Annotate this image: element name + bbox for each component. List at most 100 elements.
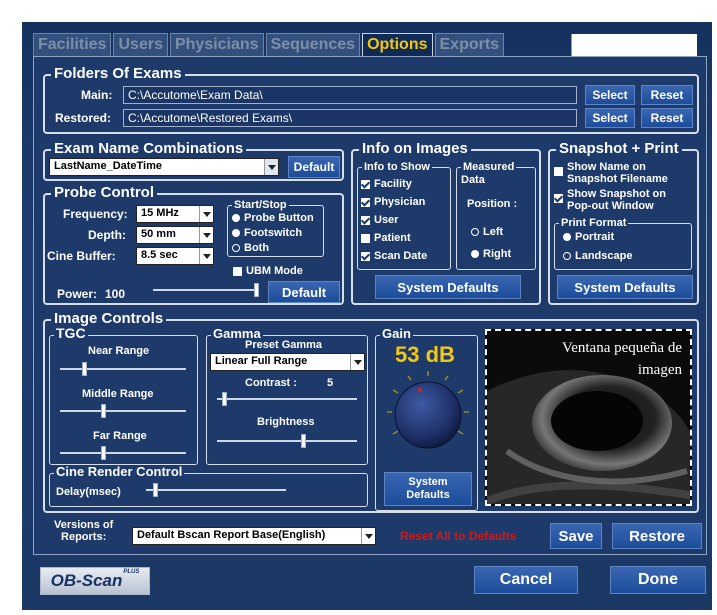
tab-physicians[interactable]: Physicians [169, 33, 264, 56]
patient-label: Patient [374, 232, 411, 244]
slider-thumb[interactable] [301, 434, 306, 448]
left-label: Left [483, 226, 504, 238]
reset-all-defaults-button[interactable]: Reset All to Defaults [400, 529, 516, 543]
slider-thumb[interactable] [101, 446, 106, 460]
restored-reset-button[interactable]: Reset [641, 108, 693, 128]
gain-sd-line1: System [408, 476, 448, 488]
exam-name-default-button[interactable]: Default [288, 156, 340, 178]
radio-dot-icon [471, 250, 479, 258]
cine-buffer-label: Cine Buffer: [47, 249, 116, 263]
gain-group: Gain 53 dB System Defaults [375, 327, 478, 511]
radio-right[interactable]: Right [471, 248, 511, 260]
cine-buffer-select[interactable]: 8.5 sec [136, 247, 214, 265]
checkbox-icon [361, 215, 370, 225]
far-range-slider[interactable] [60, 446, 186, 460]
ubm-mode-label: UBM Mode [246, 265, 303, 277]
exam-name-select[interactable]: LastName_DateTime [49, 158, 279, 176]
logo-plus: PLUS [123, 569, 140, 575]
checkbox-icon [361, 251, 370, 261]
radio-both-label: Both [244, 242, 270, 254]
near-range-label: Near Range [88, 345, 150, 357]
checkbox-icon [361, 179, 370, 189]
probe-default-button[interactable]: Default [268, 281, 340, 303]
measured-title: Measured [461, 160, 517, 174]
tab-options[interactable]: Options [362, 33, 433, 56]
radio-dot-icon [563, 233, 571, 241]
slider-track [217, 440, 357, 442]
middle-range-slider[interactable] [60, 404, 186, 418]
gain-knob[interactable] [384, 368, 472, 456]
user-checkbox[interactable]: User [361, 214, 398, 226]
tab-exports[interactable]: Exports [434, 33, 505, 56]
slider-thumb[interactable] [222, 392, 227, 406]
save-button[interactable]: Save [550, 523, 602, 549]
preset-gamma-select[interactable]: Linear Full Range [210, 353, 365, 371]
restore-button[interactable]: Restore [612, 523, 702, 549]
radio-landscape[interactable]: Landscape [563, 250, 632, 262]
gamma-group: Gamma Preset Gamma Linear Full Range Con… [206, 327, 368, 465]
cine-buffer-value: 8.5 sec [141, 249, 178, 261]
cancel-button[interactable]: Cancel [474, 566, 578, 594]
slider-track [60, 368, 186, 370]
position-label: Position : [467, 198, 518, 210]
scan-date-checkbox[interactable]: Scan Date [361, 250, 427, 262]
frequency-select[interactable]: 15 MHz [136, 205, 214, 223]
tab-sequences[interactable]: Sequences [265, 33, 361, 56]
power-slider[interactable] [153, 283, 259, 297]
depth-select[interactable]: 50 mm [136, 226, 214, 244]
near-range-slider[interactable] [60, 362, 186, 376]
slider-thumb[interactable] [254, 283, 259, 297]
show-popout-checkbox[interactable]: Show Snapshot on Pop-out Window [554, 188, 666, 212]
radio-footswitch[interactable]: Footswitch [232, 227, 302, 239]
snapshot-system-defaults-button[interactable]: System Defaults [557, 275, 693, 299]
preview-caption-line1: Ventana pequeña de [562, 340, 682, 356]
tab-users[interactable]: Users [113, 33, 168, 56]
tab-bar: Facilities Users Physicians Sequences Op… [33, 33, 506, 57]
main-folder-label: Main: [81, 88, 113, 102]
user-label: User [374, 214, 399, 226]
slider-thumb[interactable] [101, 404, 106, 418]
radio-both[interactable]: Both [232, 242, 269, 254]
slider-thumb[interactable] [153, 483, 158, 497]
delay-slider[interactable] [146, 483, 286, 497]
info-system-defaults-button[interactable]: System Defaults [375, 275, 521, 299]
ubm-mode-checkbox[interactable]: UBM Mode [233, 265, 303, 277]
depth-value: 50 mm [141, 228, 176, 240]
physician-checkbox[interactable]: Physician [361, 196, 425, 208]
contrast-slider[interactable] [217, 392, 357, 406]
logo-text: OB-Scan [50, 571, 123, 590]
done-button[interactable]: Done [610, 566, 706, 594]
slider-thumb[interactable] [82, 362, 87, 376]
scan-date-label: Scan Date [374, 250, 428, 262]
radio-dot-icon [232, 244, 240, 252]
image-preview-window[interactable]: Ventana pequeña de imagen [485, 329, 692, 506]
info-to-show-group: Info to Show Facility Physician User Pat… [357, 160, 451, 270]
brightness-slider[interactable] [217, 434, 357, 448]
main-folder-field[interactable]: C:\Accutome\Exam Data\ [123, 86, 577, 104]
preview-caption: Ventana pequeña de imagen [502, 337, 682, 381]
preset-gamma-label: Preset Gamma [245, 339, 323, 351]
middle-range-label: Middle Range [82, 388, 154, 400]
app-root: Facilities Users Physicians Sequences Op… [0, 0, 717, 615]
radio-portrait[interactable]: Portrait [563, 231, 614, 243]
info-title: Info on Images [359, 140, 471, 158]
patient-checkbox[interactable]: Patient [361, 232, 411, 244]
gain-system-defaults-button[interactable]: System Defaults [384, 472, 472, 506]
radio-left[interactable]: Left [471, 226, 503, 238]
radio-foot-label: Footswitch [244, 227, 303, 239]
main-select-button[interactable]: Select [585, 85, 635, 105]
facility-checkbox[interactable]: Facility [361, 178, 412, 190]
measured-data-group: Measured Data Position : Left Right [456, 160, 536, 270]
main-reset-button[interactable]: Reset [641, 85, 693, 105]
versions-line2: Reports: [61, 531, 107, 543]
show-name-line1: Show Name on [567, 161, 646, 173]
restored-folder-field[interactable]: C:\Accutome\Restored Exams\ [123, 109, 577, 127]
report-version-select[interactable]: Default Bscan Report Base(English) [132, 527, 376, 545]
probe-group: Probe Control Frequency: 15 MHz Depth: 5… [43, 184, 344, 305]
tab-strip-blank [571, 34, 697, 56]
radio-probe-button[interactable]: Probe Button [232, 212, 314, 224]
tab-facilities[interactable]: Facilities [33, 33, 112, 56]
restored-select-button[interactable]: Select [585, 108, 635, 128]
show-name-checkbox[interactable]: Show Name on Snapshot Filename [554, 161, 668, 185]
chevron-down-icon [350, 354, 364, 370]
